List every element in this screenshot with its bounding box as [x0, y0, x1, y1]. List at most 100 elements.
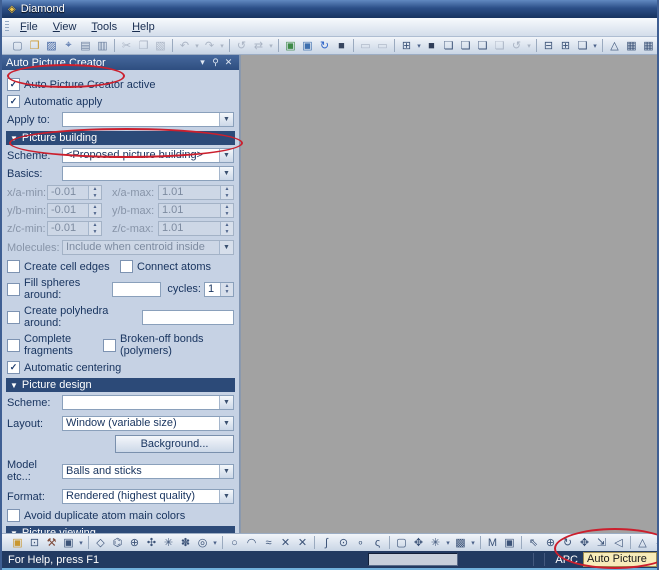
panel-pin-icon[interactable]: ⚲ [209, 57, 222, 68]
menubar-grip[interactable] [5, 21, 9, 33]
create-polyhedra-checkbox[interactable] [7, 311, 20, 324]
ring-icon[interactable]: ⊙ [335, 535, 352, 550]
circle-icon[interactable]: ○ [226, 535, 243, 550]
polygon-icon[interactable]: ◇ [92, 535, 109, 550]
add-atom-icon[interactable]: ⊕ [126, 535, 143, 550]
picture-mode-icon[interactable]: ▣ [60, 535, 77, 550]
resize-mode-icon[interactable]: ⇲ [593, 535, 610, 550]
menu-file[interactable]: File [13, 20, 45, 34]
layout-grid-icon[interactable]: ⊞ [398, 38, 415, 53]
page-3-icon[interactable]: ❏ [474, 38, 491, 53]
picture-create-icon[interactable]: ▣ [9, 535, 26, 550]
benzene-ring-icon[interactable]: ⌬ [109, 535, 126, 550]
table-icon[interactable]: ▦ [640, 38, 657, 53]
page-setup-icon[interactable]: ▤ [77, 38, 94, 53]
title-bar[interactable]: ◈ Diamond [2, 0, 657, 18]
connect-atoms-checkbox[interactable] [120, 260, 133, 273]
photo-icon[interactable]: ▩ [452, 535, 469, 550]
lattice-icon[interactable]: ✳ [160, 535, 177, 550]
design-scheme-dropdown-icon[interactable]: ▼ [219, 396, 233, 409]
format-combobox[interactable]: Rendered (highest quality) ▼ [62, 489, 234, 504]
atom-small-icon[interactable]: ∘ [352, 535, 369, 550]
save-icon[interactable]: ▨ [43, 38, 60, 53]
cell-box-icon[interactable]: ▢ [393, 535, 410, 550]
star-dropdown-icon[interactable]: ▾ [444, 535, 452, 550]
picture-open-icon[interactable]: ▣ [299, 38, 316, 53]
find-icon[interactable]: ⌖ [60, 38, 77, 53]
legend-icon[interactable]: ▣ [501, 535, 518, 550]
picture-new-icon[interactable]: ▣ [282, 38, 299, 53]
section-picture-building[interactable]: ▼ Picture building [6, 131, 235, 145]
powder-icon[interactable]: △ [634, 535, 651, 550]
building-scheme-dropdown-icon[interactable]: ▼ [219, 149, 233, 162]
cascade-icon[interactable]: ⊞ [557, 38, 574, 53]
chart-icon[interactable]: △ [606, 38, 623, 53]
cluster-icon[interactable]: ✽ [177, 535, 194, 550]
format-dropdown-icon[interactable]: ▼ [219, 490, 233, 503]
star-icon[interactable]: ✳ [427, 535, 444, 550]
menu-help[interactable]: Help [125, 20, 162, 34]
bond-icon[interactable]: ∫ [318, 535, 335, 550]
drawing-workspace[interactable] [240, 55, 657, 533]
active-checkbox[interactable]: ✓ [7, 78, 20, 91]
photo-dropdown-icon[interactable]: ▾ [469, 535, 477, 550]
automatic-apply-checkbox[interactable]: ✓ [7, 95, 20, 108]
build-tools-icon[interactable]: ⚒ [43, 535, 60, 550]
model-etc-combobox[interactable]: Balls and sticks ▼ [62, 464, 234, 479]
panel-header[interactable]: Auto Picture Creator ▾ ⚲ ✕ [2, 55, 239, 70]
automatic-centering-checkbox[interactable]: ✓ [7, 361, 20, 374]
center-dropdown-icon[interactable]: ▾ [211, 535, 219, 550]
symmetry-icon[interactable]: ς [369, 535, 386, 550]
pointer-mode-icon[interactable]: ⇖ [525, 535, 542, 550]
create-cell-edges-checkbox[interactable] [7, 260, 20, 273]
chain-icon[interactable]: ✣ [143, 535, 160, 550]
window-dropdown-icon[interactable]: ▾ [591, 38, 599, 53]
broken-off-bonds-checkbox[interactable] [103, 339, 116, 352]
center-icon[interactable]: ◎ [194, 535, 211, 550]
picture-dark-icon[interactable]: ■ [333, 38, 350, 53]
curve-icon[interactable]: ≈ [260, 535, 277, 550]
status-apc-indicator[interactable]: APC [550, 554, 583, 566]
back-mode-icon[interactable]: ◁ [610, 535, 627, 550]
destroy-all-icon[interactable]: ✕ [294, 535, 311, 550]
section-picture-design[interactable]: ▼ Picture design [6, 378, 235, 392]
page-2-icon[interactable]: ❏ [457, 38, 474, 53]
basics-combobox[interactable]: ▼ [62, 166, 234, 181]
menu-view[interactable]: View [46, 20, 84, 34]
tile-icon[interactable]: ⊟ [540, 38, 557, 53]
complete-fragments-checkbox[interactable] [7, 339, 20, 352]
measure-m-icon[interactable]: M [484, 535, 501, 550]
background-button[interactable]: Background... [115, 435, 234, 453]
select-frame-icon[interactable]: ⊡ [26, 535, 43, 550]
page-1-icon[interactable]: ❏ [440, 38, 457, 53]
open-file-icon[interactable]: ❒ [26, 38, 43, 53]
render-icon[interactable]: ■ [423, 38, 440, 53]
menu-tools[interactable]: Tools [84, 20, 124, 34]
avoid-duplicate-checkbox[interactable] [7, 509, 20, 522]
arc-icon[interactable]: ◠ [243, 535, 260, 550]
apply-to-dropdown-icon[interactable]: ▼ [219, 113, 233, 126]
panel-menu-dropdown-icon[interactable]: ▾ [196, 57, 209, 68]
apply-to-combobox[interactable]: ▼ [62, 112, 234, 127]
rotate-mode-icon[interactable]: ↻ [559, 535, 576, 550]
picture-mode-dropdown-icon[interactable]: ▾ [77, 535, 85, 550]
move-mode-icon[interactable]: ✥ [576, 535, 593, 550]
destroy-icon[interactable]: ✕ [277, 535, 294, 550]
brilliance-icon[interactable]: ☼ [651, 535, 659, 550]
picture-restore-icon[interactable]: ↻ [316, 38, 333, 53]
basics-dropdown-icon[interactable]: ▼ [219, 167, 233, 180]
layout-combobox[interactable]: Window (variable size) ▼ [62, 416, 234, 431]
design-scheme-combobox[interactable]: ▼ [62, 395, 234, 410]
section-picture-viewing[interactable]: ▼ Picture viewing [6, 526, 235, 533]
layout-dropdown-icon[interactable]: ▾ [415, 38, 423, 53]
new-window-icon[interactable]: ❏ [574, 38, 591, 53]
datasheet-icon[interactable]: ▦ [623, 38, 640, 53]
layout-dropdown-icon[interactable]: ▼ [219, 417, 233, 430]
print-icon[interactable]: ▥ [94, 38, 111, 53]
new-file-icon[interactable]: ▢ [9, 38, 26, 53]
model-etc-dropdown-icon[interactable]: ▼ [219, 465, 233, 478]
center-mode-icon[interactable]: ⊕ [542, 535, 559, 550]
fill-spheres-checkbox[interactable] [7, 283, 20, 296]
expand-icon[interactable]: ✥ [410, 535, 427, 550]
building-scheme-combobox[interactable]: <Proposed picture building> ▼ [62, 148, 234, 163]
